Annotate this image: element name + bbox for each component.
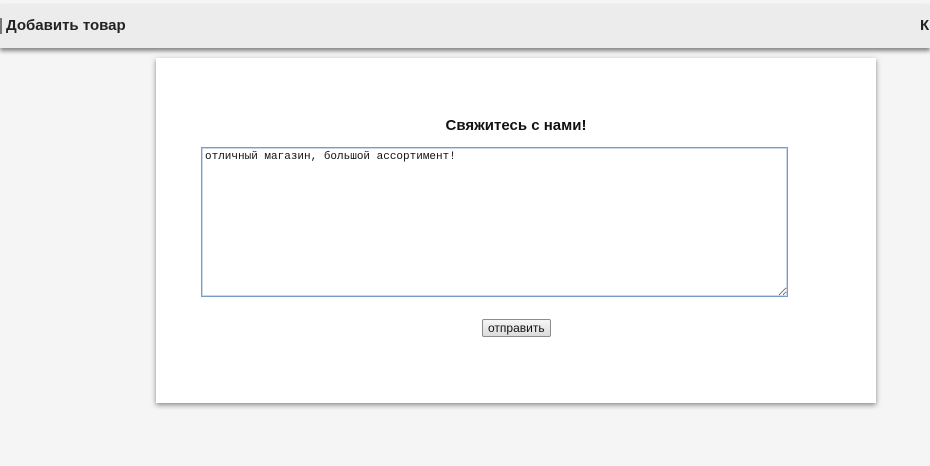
top-navigation-bar: Добавить товар К: [0, 4, 930, 48]
message-textarea[interactable]: отличный магазин, большой ассортимент!: [201, 147, 788, 297]
contact-form-title: Свяжитесь с нами!: [445, 117, 587, 134]
nav-add-product-link[interactable]: Добавить товар: [6, 17, 126, 34]
nav-left-edge-divider: [0, 18, 2, 34]
nav-right-link[interactable]: К: [920, 17, 929, 34]
submit-button[interactable]: отправить: [482, 319, 551, 337]
contact-form-card: Свяжитесь с нами! отличный магазин, боль…: [156, 58, 876, 403]
